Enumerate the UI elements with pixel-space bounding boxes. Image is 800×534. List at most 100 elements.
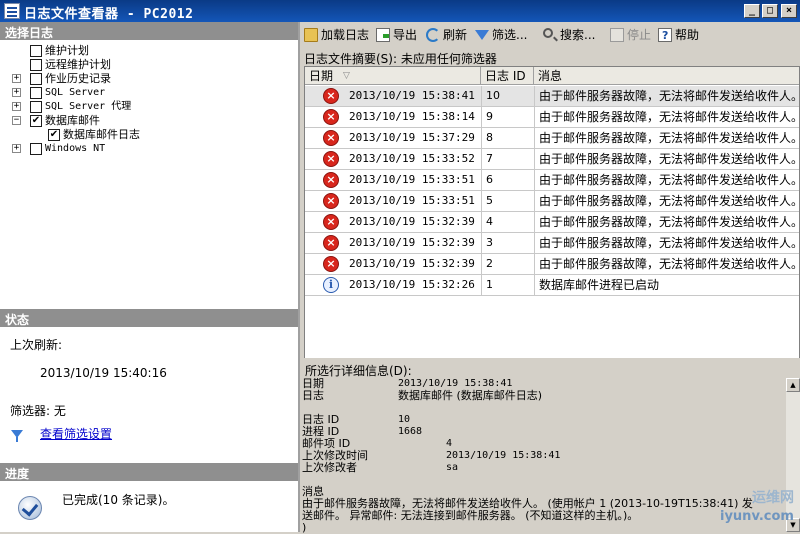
error-icon: × [323,88,339,104]
column-divider [481,128,482,149]
column-divider [481,86,482,107]
maximize-button[interactable]: □ [762,4,778,18]
table-row[interactable]: × 2013/10/19 15:33:51 6 由于邮件服务器故障，无法将邮件发送给收… [305,170,799,191]
scroll-up-arrow[interactable]: ▲ [786,378,800,392]
tree-item-label: 作业历史记录 [45,72,111,85]
folder-icon [304,28,318,42]
checkbox[interactable] [30,45,42,57]
row-log-id: 2 [486,257,493,270]
search-label: 搜索... [560,28,596,42]
expand-icon[interactable]: + [12,144,21,153]
table-row[interactable]: × 2013/10/19 15:38:14 9 由于邮件服务器故障，无法将邮件发送给收… [305,107,800,128]
log-file-viewer-window: 日志文件查看器 - PC2012 _ □ × 选择日志 维护计划 远程维护计划 … [0,0,800,534]
filter-icon [11,430,23,442]
log-value: 数据库邮件 (数据库邮件日志) [398,389,543,402]
collapse-icon[interactable]: − [12,116,21,125]
last-refresh-label: 上次刷新: [10,338,63,352]
tree-item-label: SQL Server [45,87,106,98]
column-divider [481,254,482,275]
error-icon: × [323,235,339,251]
minimize-button[interactable]: _ [744,4,760,18]
column-divider [534,128,535,149]
expand-icon[interactable]: + [12,74,21,83]
column-header-date[interactable]: 日期 ▽ [305,67,481,85]
column-header-message[interactable]: 消息 [534,67,799,85]
column-label: 日志 ID [485,69,526,83]
column-divider [534,233,535,254]
window-title: 日志文件查看器 - PC2012 [24,7,194,22]
title-bar[interactable]: 日志文件查看器 - PC2012 _ □ × [0,0,800,22]
error-icon: × [323,193,339,209]
error-icon: × [323,172,339,188]
column-label: 消息 [538,69,563,83]
table-row[interactable]: × 2013/10/19 15:38:41 10 由于邮件服务器故障，无法将邮件发送给… [305,86,799,107]
column-header-log-id[interactable]: 日志 ID [481,67,534,85]
checkbox[interactable]: ✔ [30,115,42,127]
column-divider [534,212,535,233]
refresh-label: 刷新 [443,28,468,42]
site-watermark: 运维网 iyunv.com [720,487,800,532]
help-label: 帮助 [675,28,700,42]
modified-by-value: sa [446,462,459,473]
table-row[interactable]: × 2013/10/19 15:32:39 4 由于邮件服务器故障，无法将邮件发送给收… [305,212,800,233]
export-label: 导出 [393,28,418,42]
table-row[interactable]: × 2013/10/19 15:32:39 3 由于邮件服务器故障，无法将邮件发送给收… [305,233,799,254]
log-id-value: 10 [398,414,411,425]
expand-icon[interactable]: + [12,102,21,111]
row-date: 2013/10/19 15:37:29 [349,131,475,144]
watermark-line-2: iyunv.com [720,509,794,524]
tree-item-label: 维护计划 [45,44,89,57]
stop-label: 停止 [627,28,652,42]
checkbox[interactable] [30,87,42,99]
done-checkmark-icon [18,496,42,520]
close-button[interactable]: × [781,4,797,18]
table-row[interactable]: × 2013/10/19 15:37:29 8 由于邮件服务器故障，无法将邮件发送给收… [305,128,799,149]
checkbox[interactable] [30,59,42,71]
grid-header: 日期 ▽ 日志 ID 消息 [305,67,799,85]
column-divider [481,233,482,254]
row-log-id: 1 [486,278,493,291]
row-date: 2013/10/19 15:33:51 [349,173,475,186]
checkbox[interactable] [30,101,42,113]
progress-header: 进度 [0,463,298,481]
table-row[interactable]: i 2013/10/19 15:32:26 1 数据库邮件进程已启动 [305,275,799,296]
column-divider [534,275,535,296]
select-log-header: 选择日志 [0,22,298,40]
tree-item-label: Windows NT [45,143,106,154]
table-row[interactable]: × 2013/10/19 15:33:52 7 由于邮件服务器故障，无法将邮件发送给收… [305,149,799,170]
column-divider [534,191,535,212]
log-summary-label: 日志文件摘要(S): 未应用任何筛选器 [304,52,497,66]
checkbox[interactable]: ✔ [48,129,60,141]
table-row[interactable]: × 2013/10/19 15:32:39 2 由于邮件服务器故障，无法将邮件发送给收… [305,254,800,275]
row-date: 2013/10/19 15:32:26 [349,278,475,291]
log-grid[interactable]: 日期 ▽ 日志 ID 消息 × 2013/10/19 15:38:41 10 由于邮件… [304,66,800,362]
help-icon [658,27,672,45]
column-divider [481,170,482,191]
row-date: 2013/10/19 15:33:51 [349,194,475,207]
column-divider [534,86,535,107]
error-icon: × [323,109,339,125]
right-panel: 加载日志 导出 刷新 筛选... 搜索... 停止 ? 帮助 日志文件摘要(S)… [302,22,800,534]
message-text-line-2: 送邮件。 异常邮件: 无法连接到邮件服务器。 (不知道这样的主机。)。 [302,509,639,522]
row-message: 由于邮件服务器故障，无法将邮件发送给收件人。 [539,110,800,124]
stop-icon [610,28,624,42]
refresh-icon [426,28,440,42]
column-divider [481,107,482,128]
row-date: 2013/10/19 15:32:39 [349,236,475,249]
expand-icon[interactable]: + [12,88,21,97]
row-log-id: 4 [486,215,493,228]
checkbox[interactable] [30,73,42,85]
tree-item-label: 数据库邮件 [45,114,100,127]
column-divider [534,254,535,275]
row-message: 由于邮件服务器故障，无法将邮件发送给收件人。 [539,215,800,229]
row-message: 由于邮件服务器故障，无法将邮件发送给收件人。 [539,194,800,208]
row-message: 由于邮件服务器故障，无法将邮件发送给收件人。 [539,257,800,271]
checkbox[interactable] [30,143,42,155]
row-log-id: 5 [486,194,493,207]
view-filter-settings-link[interactable]: 查看筛选设置 [40,425,112,442]
column-divider [534,107,535,128]
column-label: 日期 [309,69,334,83]
load-log-label: 加载日志 [321,28,370,42]
table-row[interactable]: × 2013/10/19 15:33:51 5 由于邮件服务器故障，无法将邮件发送给收… [305,191,800,212]
row-date: 2013/10/19 15:38:41 [349,89,475,102]
